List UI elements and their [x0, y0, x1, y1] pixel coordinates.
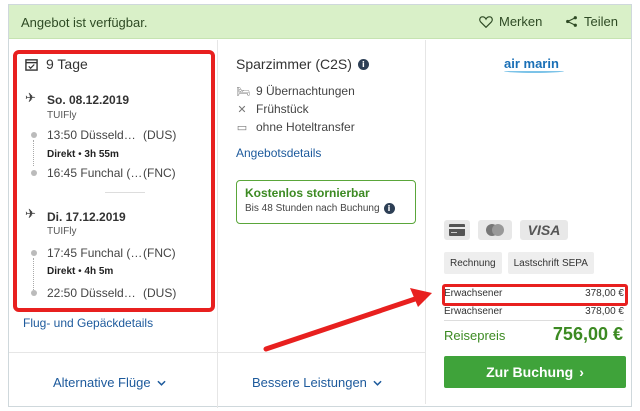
- annotation-arrow: [263, 288, 432, 352]
